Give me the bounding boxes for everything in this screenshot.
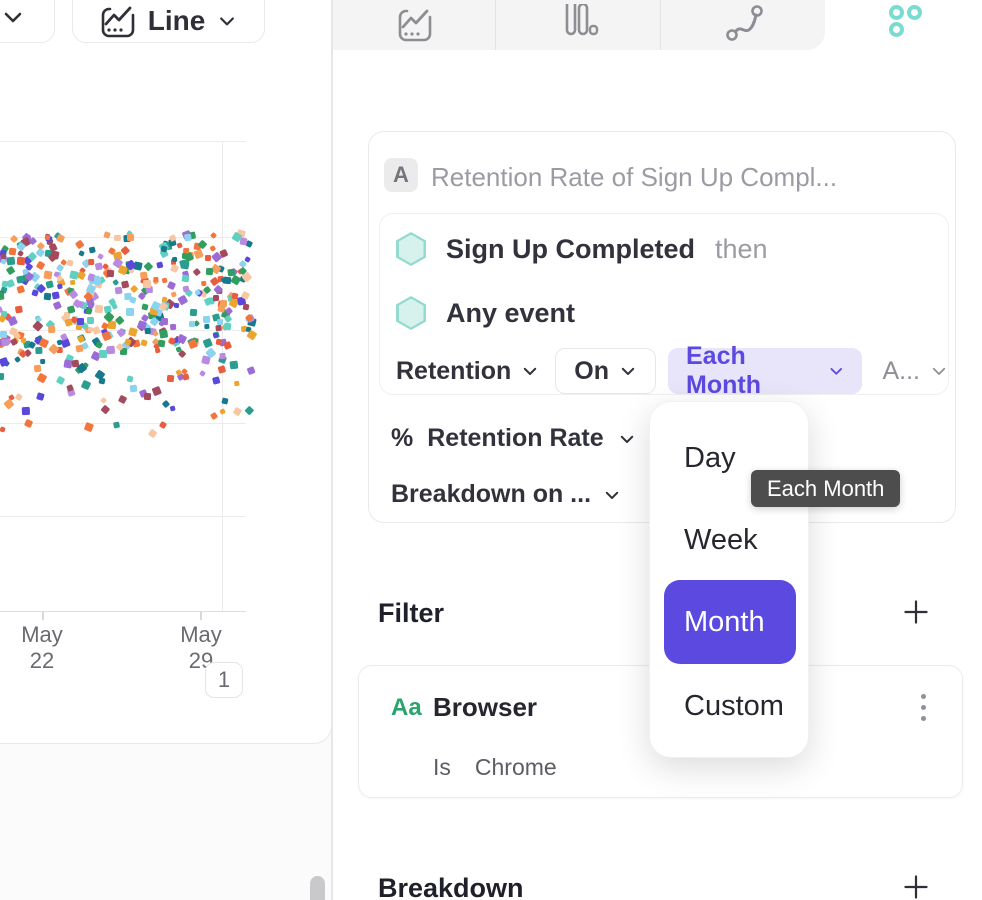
- chevron-down-icon: [521, 362, 539, 380]
- actor-dropdown[interactable]: A...: [874, 357, 948, 386]
- on-label: On: [574, 357, 609, 386]
- breakdown-on-label: Breakdown on ...: [391, 480, 591, 509]
- property-type-badge: Aa: [391, 694, 422, 722]
- chevron-down-icon: [217, 11, 237, 31]
- event-row-return[interactable]: Any event: [396, 296, 575, 330]
- on-dropdown[interactable]: On: [555, 348, 656, 394]
- pagination-page-button[interactable]: 1: [205, 662, 243, 698]
- interval-label: Each Month: [686, 342, 816, 400]
- pagination-label: 1: [218, 667, 230, 693]
- collapsed-dropdown-button[interactable]: [0, 0, 55, 43]
- scatter-dots-icon[interactable]: [885, 4, 925, 38]
- pane-divider: [331, 0, 333, 900]
- query-title[interactable]: Retention Rate of Sign Up Compl...: [431, 162, 837, 193]
- event-row-first[interactable]: Sign Up Completed then: [396, 232, 768, 266]
- interval-dropdown[interactable]: Each Month: [668, 348, 862, 394]
- menu-item-day[interactable]: Day: [684, 442, 736, 475]
- tooltip: Each Month: [751, 470, 900, 507]
- filter-operator: Is: [433, 754, 451, 781]
- menu-item-custom[interactable]: Custom: [684, 690, 784, 723]
- analytics-app: May 22 May 29 1 Line: [0, 0, 982, 900]
- kebab-menu-icon[interactable]: [921, 694, 926, 721]
- event-suffix: then: [715, 234, 768, 265]
- chevron-down-icon: [603, 486, 621, 504]
- filter-property-name: Browser: [433, 692, 537, 723]
- filter-heading: Filter: [378, 598, 444, 629]
- chevron-down-icon: [1, 5, 25, 29]
- plus-icon: [902, 873, 930, 900]
- chart-type-line-button[interactable]: Line: [72, 0, 265, 43]
- breakdown-heading: Breakdown: [378, 873, 524, 900]
- chevron-down-icon: [930, 362, 948, 380]
- tab-flow-chart[interactable]: [662, 0, 825, 50]
- scrollbar-thumb[interactable]: [310, 876, 325, 900]
- interval-dropdown-menu: Day Week Month Custom: [649, 401, 809, 758]
- bar-chart-tab-icon: [559, 4, 599, 46]
- metric-dropdown[interactable]: % Retention Rate <: [391, 424, 664, 453]
- tab-bar-chart[interactable]: [497, 0, 660, 50]
- event-card: Sign Up Completed then Any event Retenti…: [379, 213, 949, 395]
- breakdown-on-dropdown[interactable]: Breakdown on ...: [391, 480, 621, 509]
- add-filter-button[interactable]: [902, 598, 930, 626]
- event-hexagon-icon: [396, 232, 426, 266]
- chevron-down-icon: [619, 362, 637, 380]
- filter-condition[interactable]: Is Chrome: [433, 754, 557, 781]
- event-hexagon-icon: [396, 296, 426, 330]
- filter-value: Chrome: [475, 754, 557, 781]
- metric-label: Retention Rate: [427, 424, 603, 453]
- query-row-badge: A: [384, 158, 418, 192]
- menu-item-week[interactable]: Week: [684, 524, 758, 557]
- query-row-letter: A: [393, 162, 409, 188]
- tab-separator: [660, 0, 661, 50]
- chart-pane: May 22 May 29 1 Line: [0, 0, 331, 900]
- line-chart-tab-icon: [397, 5, 433, 45]
- add-breakdown-button[interactable]: [902, 873, 930, 900]
- line-button-label: Line: [148, 5, 206, 37]
- flow-chart-tab-icon: [724, 4, 764, 46]
- plus-icon: [902, 598, 930, 626]
- menu-item-label: Month: [684, 606, 765, 639]
- x-axis-label: May 22: [6, 622, 78, 674]
- chevron-down-icon: [828, 362, 845, 380]
- percent-icon: %: [391, 424, 413, 453]
- line-chart-icon: [100, 3, 136, 39]
- event-name: Sign Up Completed: [446, 234, 695, 265]
- actor-label: A...: [882, 357, 920, 386]
- event-name: Any event: [446, 298, 575, 329]
- tab-line-chart[interactable]: [333, 0, 496, 50]
- menu-item-month[interactable]: Month: [664, 580, 796, 664]
- chevron-down-icon: [618, 430, 636, 448]
- measure-label: Retention: [396, 357, 511, 386]
- tooltip-text: Each Month: [767, 476, 884, 502]
- retention-controls-row: Retention On Each Month: [392, 348, 948, 394]
- measure-dropdown[interactable]: Retention: [392, 357, 543, 386]
